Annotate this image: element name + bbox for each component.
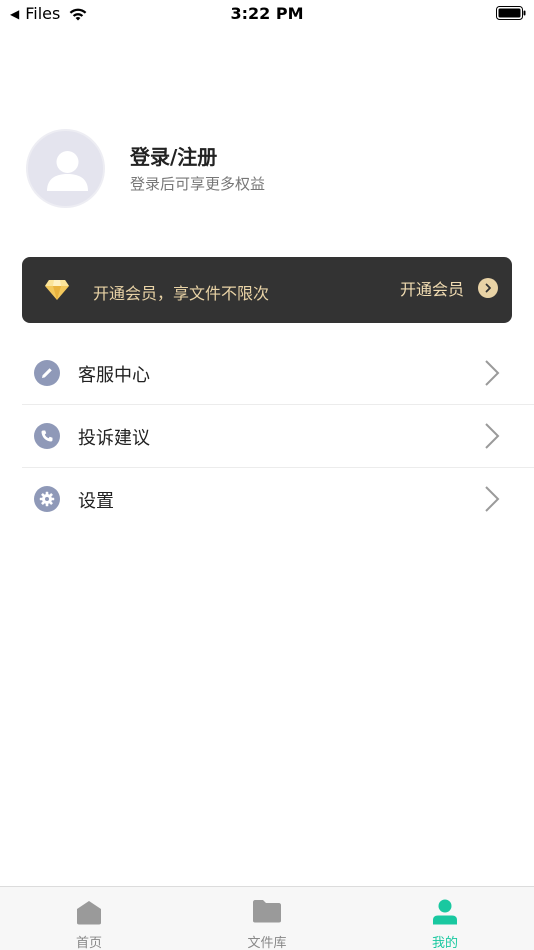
menu-item-label: 投诉建议 <box>78 428 150 449</box>
status-time: 3:22 PM <box>230 4 304 23</box>
tab-label: 文件库 <box>247 936 287 950</box>
status-bar: ◀ Files 3:22 PM <box>0 0 534 28</box>
tab-bar: 首页 文件库 我的 <box>0 886 534 950</box>
menu-list: 客服中心 投诉建议 设置 <box>22 342 534 531</box>
phone-icon <box>34 423 60 449</box>
diamond-icon <box>45 280 69 300</box>
vip-promo-text: 开通会员，享文件不限次 <box>93 284 270 303</box>
tab-file-library[interactable]: 文件库 <box>178 887 356 950</box>
tab-home[interactable]: 首页 <box>0 887 178 950</box>
user-silhouette-icon <box>47 151 88 191</box>
gear-icon <box>34 486 60 512</box>
pencil-icon <box>34 360 60 386</box>
chevron-right-icon <box>478 278 498 298</box>
tab-mine[interactable]: 我的 <box>356 887 534 950</box>
home-icon <box>77 901 101 925</box>
menu-item-label: 设置 <box>78 491 114 512</box>
menu-item-label: 客服中心 <box>78 365 150 386</box>
chevron-right-icon <box>485 423 500 449</box>
vip-banner[interactable]: 开通会员，享文件不限次 开通会员 <box>22 257 512 323</box>
profile-icon <box>433 899 457 925</box>
menu-item-settings[interactable]: 设置 <box>22 468 534 531</box>
login-benefit-subtitle: 登录后可享更多权益 <box>130 175 266 193</box>
chevron-right-icon <box>485 360 500 386</box>
chevron-right-icon <box>485 486 500 512</box>
open-vip-label: 开通会员 <box>399 280 464 299</box>
battery-icon <box>496 6 526 20</box>
login-register-title[interactable]: 登录/注册 <box>130 141 217 170</box>
tab-label: 首页 <box>75 936 102 950</box>
menu-item-customer-service[interactable]: 客服中心 <box>22 342 534 405</box>
menu-item-feedback[interactable]: 投诉建议 <box>22 405 534 468</box>
open-vip-button[interactable]: 开通会员 <box>400 276 498 300</box>
avatar[interactable] <box>26 129 105 208</box>
profile-header[interactable]: 登录/注册 登录后可享更多权益 <box>26 129 506 211</box>
folder-icon <box>253 900 281 923</box>
tab-label: 我的 <box>431 936 458 950</box>
